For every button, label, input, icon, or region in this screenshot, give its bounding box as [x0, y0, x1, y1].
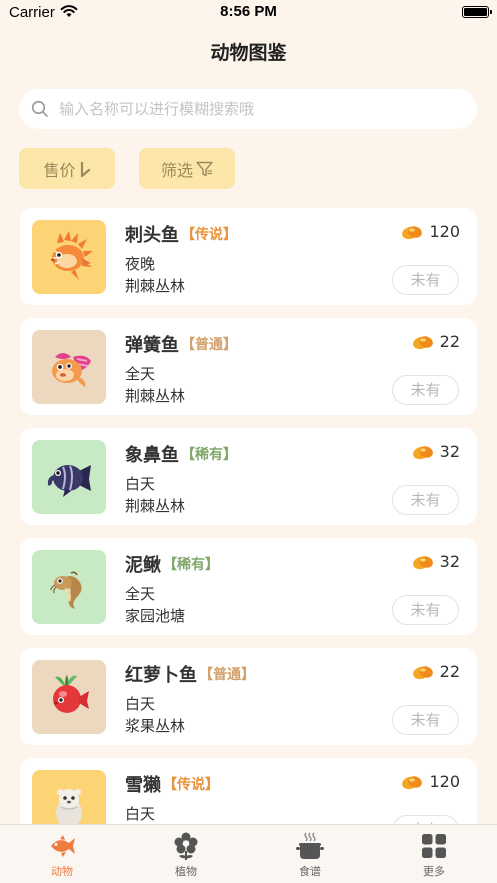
animal-thumbnail [32, 660, 106, 734]
rarity-badge: 【普通】 [199, 667, 255, 683]
spiky-fish-icon [51, 231, 93, 280]
sort-price-button[interactable]: 售价 [19, 148, 115, 189]
filter-label: 筛选 [160, 160, 193, 180]
animal-name-row: 泥鳅 【稀有】 [125, 551, 219, 577]
price-value: 120 [429, 222, 460, 241]
status-time: 8:56 PM [220, 3, 277, 20]
price-group: 120 [401, 772, 460, 791]
search-icon [31, 100, 48, 117]
tab-more[interactable]: 更多 [394, 831, 474, 879]
tab-label: 动物 [51, 865, 73, 878]
animal-location: 荆棘丛林 [125, 387, 186, 405]
bell-coin-icon [402, 225, 423, 239]
animal-location: 浆果丛林 [125, 717, 186, 735]
price-value: 32 [439, 552, 460, 571]
animal-thumbnail [32, 330, 106, 404]
animal-location: 荆棘丛林 [125, 497, 186, 515]
price-group: 32 [412, 552, 460, 571]
animal-time: 白天 [125, 695, 156, 713]
fish-icon [51, 835, 75, 857]
price-group: 22 [412, 662, 460, 681]
price-group: 120 [401, 222, 460, 241]
animal-name-row: 弹簧鱼 【普通】 [125, 331, 237, 357]
bell-coin-icon [412, 335, 433, 349]
filter-button[interactable]: 筛选 [139, 148, 235, 189]
price-value: 22 [439, 662, 460, 681]
animal-list[interactable]: 刺头鱼 【传说】 夜晚 荆棘丛林 120 未有 弹簧鱼 【普通】 全天 荆棘丛林… [0, 208, 497, 824]
flower-icon [174, 832, 198, 860]
grid-icon [422, 834, 446, 858]
animal-location: 家园池塘 [125, 607, 186, 625]
rarity-badge: 【稀有】 [163, 557, 219, 573]
animal-thumbnail [32, 550, 106, 624]
tab-bar: 动物 植物 食谱 更多 [0, 824, 497, 883]
sort-price-label: 售价 [43, 160, 76, 180]
animal-name: 泥鳅 [125, 555, 161, 576]
tab-label: 食谱 [299, 865, 321, 878]
animal-time: 全天 [125, 365, 156, 383]
animal-location: 荆棘丛林 [125, 277, 186, 295]
tab-label: 更多 [423, 865, 445, 878]
animal-card[interactable]: 象鼻鱼 【稀有】 白天 荆棘丛林 32 未有 [20, 428, 477, 525]
animal-name: 刺头鱼 [125, 225, 179, 246]
rarity-badge: 【传说】 [181, 227, 237, 243]
battery-icon [462, 6, 492, 18]
filter-funnel-icon [196, 161, 213, 176]
price-group: 32 [412, 442, 460, 461]
spring-fish-icon [52, 353, 91, 387]
owned-toggle-button[interactable]: 未有 [392, 815, 459, 824]
animal-name-row: 象鼻鱼 【稀有】 [125, 441, 237, 467]
animal-card[interactable]: 弹簧鱼 【普通】 全天 荆棘丛林 22 未有 [20, 318, 477, 415]
loach-icon [50, 571, 82, 609]
animal-name-row: 红萝卜鱼 【普通】 [125, 661, 255, 687]
pot-icon [296, 832, 324, 859]
status-bar: Carrier 8:56 PM [0, 0, 497, 26]
owned-toggle-button[interactable]: 未有 [392, 375, 459, 405]
tab-animals[interactable]: 动物 [22, 831, 102, 879]
price-group: 22 [412, 332, 460, 351]
animal-card[interactable]: 泥鳅 【稀有】 全天 家园池塘 32 未有 [20, 538, 477, 635]
bell-coin-icon [402, 775, 423, 789]
animal-name: 象鼻鱼 [125, 445, 179, 466]
bell-coin-icon [412, 555, 433, 569]
animal-name: 雪獭 [125, 775, 161, 796]
owned-toggle-button[interactable]: 未有 [392, 705, 459, 735]
page-title: 动物图鉴 [210, 42, 287, 64]
animal-card[interactable]: 红萝卜鱼 【普通】 白天 浆果丛林 22 未有 [20, 648, 477, 745]
animal-time: 白天 [125, 475, 156, 493]
animal-time: 全天 [125, 585, 156, 603]
owned-toggle-button[interactable]: 未有 [392, 595, 459, 625]
animal-thumbnail [32, 220, 106, 294]
animal-time: 夜晚 [125, 255, 156, 273]
animal-name: 弹簧鱼 [125, 335, 179, 356]
search-input[interactable] [59, 89, 459, 129]
price-value: 22 [439, 332, 460, 351]
carrot-fish-icon [53, 675, 89, 713]
tab-label: 植物 [175, 865, 197, 878]
bell-coin-icon [412, 445, 433, 459]
animal-name-row: 雪獭 【传说】 [125, 771, 219, 797]
animal-thumbnail [32, 770, 106, 824]
animal-time: 白天 [125, 805, 156, 823]
animal-card[interactable]: 雪獭 【传说】 白天 120 未有 [20, 758, 477, 824]
elephantnose-fish-icon [47, 465, 91, 497]
price-value: 32 [439, 442, 460, 461]
rarity-badge: 【普通】 [181, 337, 237, 353]
rarity-badge: 【传说】 [163, 777, 219, 793]
bell-coin-icon [412, 665, 433, 679]
animal-card[interactable]: 刺头鱼 【传说】 夜晚 荆棘丛林 120 未有 [20, 208, 477, 305]
price-value: 120 [429, 772, 460, 791]
animal-thumbnail [32, 440, 106, 514]
tab-recipes[interactable]: 食谱 [270, 831, 350, 879]
animal-name: 红萝卜鱼 [125, 665, 197, 686]
owned-toggle-button[interactable]: 未有 [392, 485, 459, 515]
search-bar[interactable] [19, 89, 477, 129]
rarity-badge: 【稀有】 [181, 447, 237, 463]
animal-name-row: 刺头鱼 【传说】 [125, 221, 237, 247]
tab-plants[interactable]: 植物 [146, 831, 226, 879]
sort-desc-icon [80, 161, 90, 177]
owned-toggle-button[interactable]: 未有 [392, 265, 459, 295]
snow-otter-icon [56, 789, 82, 824]
